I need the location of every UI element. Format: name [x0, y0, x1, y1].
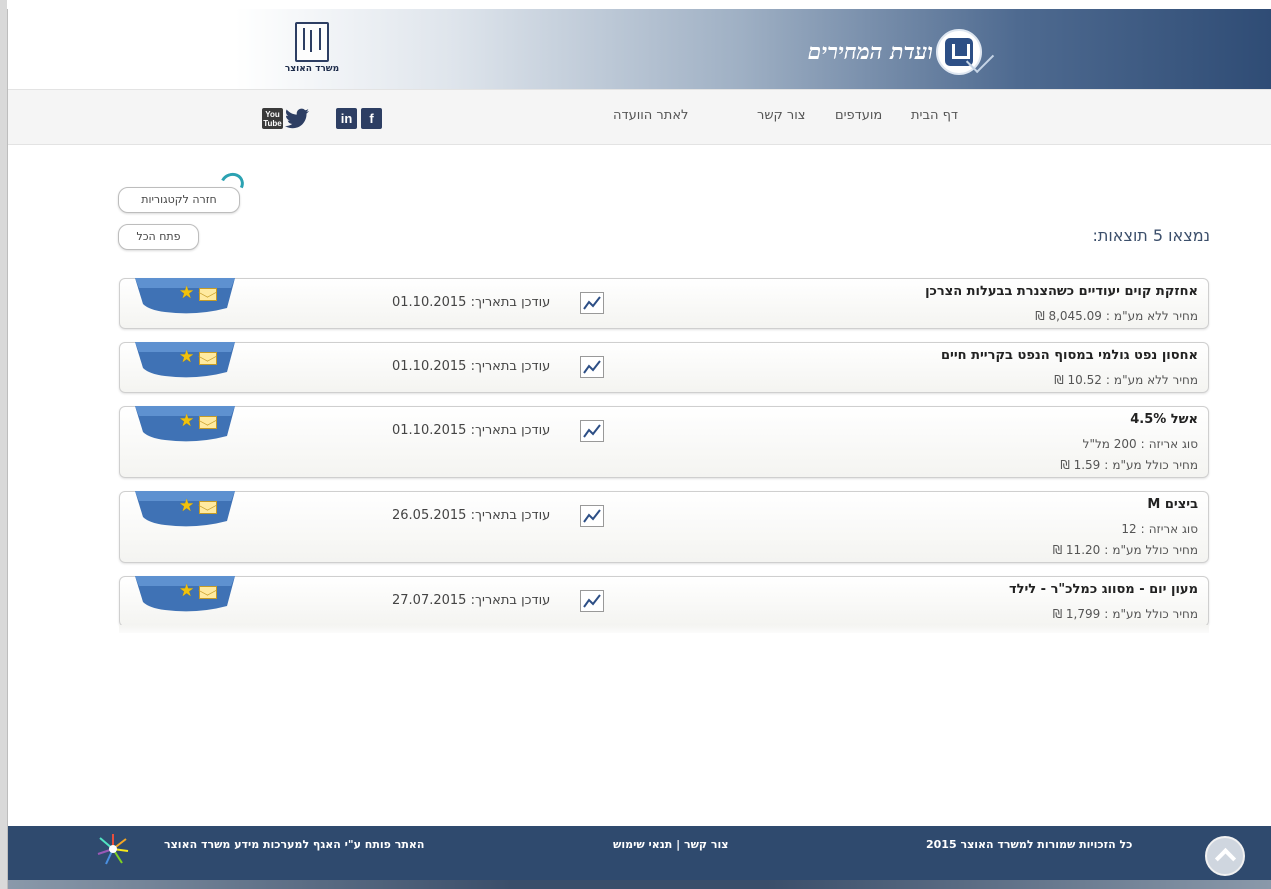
item-title[interactable]: מעון יום - מסווג כמלכ"ר - לילד	[1009, 582, 1198, 597]
item-actions-ribbon: ★	[135, 342, 235, 378]
list-bottom-shade	[119, 625, 1209, 633]
item-price: מחיר ללא מע"מ:10.52 ₪	[1054, 373, 1198, 387]
item-updated-date: עודכן בתאריך: 01.10.2015	[392, 423, 551, 438]
youtube-icon[interactable]: You Tube	[262, 108, 283, 129]
footer-terms-link[interactable]: תנאי שימוש	[613, 838, 672, 851]
item-package: סוג אריזה:200 מל"ל	[1082, 437, 1198, 451]
list-item[interactable]: אחסון נפט גולמי במסוף הנפט בקריית חיים מ…	[119, 342, 1209, 393]
open-all-button[interactable]: פתח הכל	[118, 224, 199, 250]
list-item[interactable]: מעון יום - מסווג כמלכ"ר - לילד מחיר כולל…	[119, 576, 1209, 627]
developer-credit: האתר פותח ע"י האגף למערכות מידע משרד האו…	[164, 838, 425, 851]
ministry-logo[interactable]: משרד האוצר	[284, 22, 340, 88]
item-title[interactable]: ביצים M	[1147, 497, 1198, 512]
favorite-star-icon[interactable]: ★	[179, 349, 194, 366]
nav-item-favorites[interactable]: מועדפים	[835, 108, 882, 123]
price-graph-icon[interactable]	[580, 590, 604, 612]
copyright-text: כל הזכויות שמורות למשרד האוצר 2015	[926, 838, 1133, 851]
email-envelope-icon[interactable]	[199, 352, 217, 365]
item-actions-ribbon: ★	[135, 406, 235, 442]
item-actions-ribbon: ★	[135, 576, 235, 612]
item-title[interactable]: אחזקת קוים יעודיים כשהצנרת בבעלות הצרכן	[925, 284, 1198, 299]
favorite-star-icon[interactable]: ★	[179, 285, 194, 302]
item-price: מחיר כולל מע"מ:1,799 ₪	[1052, 607, 1198, 621]
footer-bottom-bar	[8, 880, 1271, 889]
item-price: מחיר כולל מע"מ:11.20 ₪	[1052, 543, 1198, 557]
footer-separator: |	[676, 838, 681, 851]
list-item[interactable]: אשל 4.5% סוג אריזה:200 מל"ל מחיר כולל מע…	[119, 406, 1209, 478]
favorite-star-icon[interactable]: ★	[179, 583, 194, 600]
site-title[interactable]: ועדת המחירים	[743, 39, 933, 65]
linkedin-icon[interactable]: in	[336, 108, 357, 129]
email-envelope-icon[interactable]	[199, 288, 217, 301]
window-frame	[0, 0, 8, 889]
results-count: נמצאו 5 תוצאות:	[1092, 226, 1210, 245]
favorite-star-icon[interactable]: ★	[179, 498, 194, 515]
item-updated-date: עודכן בתאריך: 27.07.2015	[392, 593, 551, 608]
facebook-icon[interactable]: f	[361, 108, 382, 129]
item-title[interactable]: אשל 4.5%	[1130, 412, 1198, 427]
email-envelope-icon[interactable]	[199, 416, 217, 429]
menorah-emblem-icon	[295, 22, 329, 62]
price-graph-icon[interactable]	[580, 356, 604, 378]
item-actions-ribbon: ★	[135, 278, 235, 314]
nav-item-contact[interactable]: צור קשר	[757, 108, 806, 123]
item-price: מחיר כולל מע"מ:1.59 ₪	[1060, 458, 1198, 472]
nav-item-home[interactable]: דף הבית	[911, 108, 958, 123]
email-envelope-icon[interactable]	[199, 586, 217, 599]
footer-contact-link[interactable]: צור קשר	[684, 838, 728, 851]
price-graph-icon[interactable]	[580, 420, 604, 442]
site-footer: כל הזכויות שמורות למשרד האוצר 2015 צור ק…	[8, 826, 1271, 880]
item-updated-date: עודכן בתאריך: 01.10.2015	[392, 295, 551, 310]
top-border	[7, 0, 1271, 9]
price-graph-icon[interactable]	[580, 505, 604, 527]
item-updated-date: עודכן בתאריך: 01.10.2015	[392, 359, 551, 374]
nav-item-committee-site[interactable]: לאתר הוועדה	[613, 108, 688, 123]
item-package: סוג אריזה:12	[1121, 522, 1198, 536]
item-title[interactable]: אחסון נפט גולמי במסוף הנפט בקריית חיים	[941, 348, 1198, 363]
twitter-icon[interactable]	[285, 108, 310, 129]
item-actions-ribbon: ★	[135, 491, 235, 527]
favorite-star-icon[interactable]: ★	[179, 413, 194, 430]
site-header: משרד האוצר ועדת המחירים	[8, 9, 1271, 89]
item-price: מחיר ללא מע"מ:8,045.09 ₪	[1035, 309, 1198, 323]
item-updated-date: עודכן בתאריך: 26.05.2015	[392, 508, 551, 523]
footer-links: צור קשר | תנאי שימוש	[613, 838, 728, 851]
scroll-to-top-button[interactable]	[1205, 836, 1245, 876]
list-item[interactable]: אחזקת קוים יעודיים כשהצנרת בבעלות הצרכן …	[119, 278, 1209, 329]
list-item[interactable]: ביצים M סוג אריזה:12 מחיר כולל מע"מ:11.2…	[119, 491, 1209, 563]
it-division-logo-icon	[97, 834, 129, 865]
price-graph-icon[interactable]	[580, 292, 604, 314]
ministry-name: משרד האוצר	[284, 64, 340, 74]
email-envelope-icon[interactable]	[199, 501, 217, 514]
main-nav: דף הבית מועדפים צור קשר לאתר הוועדה f in…	[8, 89, 1271, 145]
